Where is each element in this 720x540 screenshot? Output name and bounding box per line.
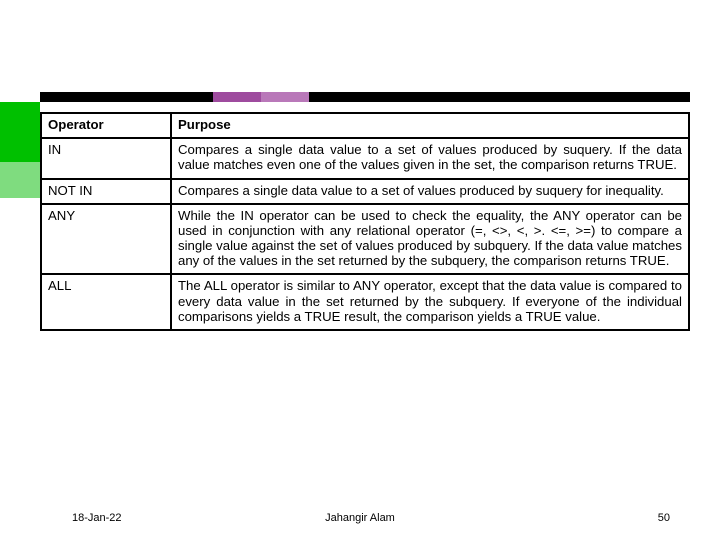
slide-footer: 18-Jan-22 Jahangir Alam 50 — [0, 512, 720, 532]
accent-bar-side — [0, 102, 40, 510]
operator-cell: NOT IN — [41, 179, 171, 204]
accent-seg — [40, 92, 213, 102]
accent-seg — [309, 92, 690, 102]
purpose-cell: Compares a single data value to a set of… — [171, 138, 689, 178]
purpose-cell: Compares a single data value to a set of… — [171, 179, 689, 204]
operator-cell: ALL — [41, 274, 171, 330]
accent-seg — [0, 162, 40, 198]
accent-seg — [0, 198, 40, 510]
purpose-cell: The ALL operator is similar to ANY opera… — [171, 274, 689, 330]
purpose-cell: While the IN operator can be used to che… — [171, 204, 689, 275]
accent-seg — [0, 102, 40, 162]
table-header-row: Operator Purpose — [41, 113, 689, 138]
table-row: ANY While the IN operator can be used to… — [41, 204, 689, 275]
operator-cell: IN — [41, 138, 171, 178]
header-operator: Operator — [41, 113, 171, 138]
slide: Operator Purpose IN Compares a single da… — [0, 0, 720, 540]
content-area: Operator Purpose IN Compares a single da… — [40, 112, 690, 502]
table-row: IN Compares a single data value to a set… — [41, 138, 689, 178]
operator-table: Operator Purpose IN Compares a single da… — [40, 112, 690, 331]
table-row: NOT IN Compares a single data value to a… — [41, 179, 689, 204]
accent-seg — [261, 92, 309, 102]
accent-seg — [213, 92, 261, 102]
footer-date: 18-Jan-22 — [72, 512, 122, 524]
header-purpose: Purpose — [171, 113, 689, 138]
footer-author: Jahangir Alam — [325, 512, 395, 524]
table-row: ALL The ALL operator is similar to ANY o… — [41, 274, 689, 330]
accent-bar-top — [40, 92, 690, 102]
operator-cell: ANY — [41, 204, 171, 275]
footer-page: 50 — [658, 512, 670, 524]
